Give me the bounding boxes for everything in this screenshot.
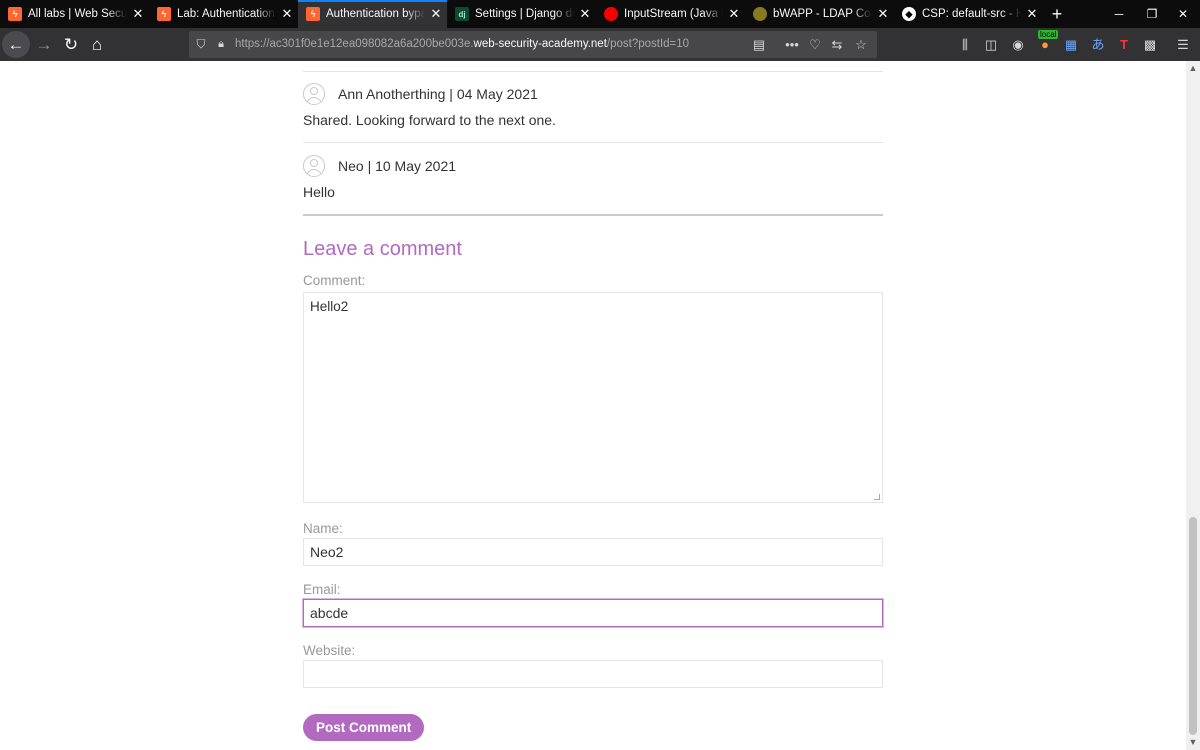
pocket-icon[interactable]: ♡: [805, 35, 825, 54]
name-input[interactable]: Neo2: [303, 538, 883, 566]
burp-icon: ϟ: [306, 7, 320, 21]
url-prefix: https://ac301f0e1e12ea098082a6a200be003e…: [235, 38, 474, 50]
close-icon[interactable]: ✕: [1021, 6, 1043, 22]
tab-django-settings[interactable]: dj Settings | Django documentation ✕: [447, 0, 596, 28]
tab-title: Lab: Authentication bypass: [177, 8, 276, 20]
comment-header: Neo | 10 May 2021: [303, 154, 456, 178]
tab-bwapp[interactable]: bWAPP - LDAP Connection ✕: [745, 0, 894, 28]
local-badge: local: [1038, 30, 1059, 39]
vertical-scrollbar[interactable]: ▲ ▼: [1186, 61, 1200, 750]
menu-icon[interactable]: ☰: [1172, 34, 1194, 56]
comment-author: Ann Anotherthing | 04 May 2021: [338, 86, 538, 102]
oracle-icon: [604, 7, 618, 21]
sidebar-icon[interactable]: ◫: [980, 34, 1002, 56]
account-icon[interactable]: ◉: [1007, 34, 1029, 56]
url-text[interactable]: https://ac301f0e1e12ea098082a6a200be003e…: [235, 31, 689, 58]
comment-text: Hello: [303, 184, 335, 200]
comment-author: Neo | 10 May 2021: [338, 158, 457, 174]
scroll-up-icon[interactable]: ▲: [1186, 63, 1200, 75]
avatar: [303, 83, 325, 105]
email-label: Email:: [303, 582, 341, 597]
comment-textarea-value: Hello2: [310, 299, 349, 314]
address-bar[interactable]: ⛉ 🔒︎ https://ac301f0e1e12ea098082a6a200b…: [189, 31, 877, 58]
back-button[interactable]: ←: [2, 31, 30, 58]
close-window-button[interactable]: ✕: [1166, 0, 1200, 28]
mdn-icon: ◆: [902, 7, 916, 21]
tracking-shield-icon[interactable]: ⛉: [194, 36, 208, 53]
comment-text: Shared. Looking forward to the next one.: [303, 112, 556, 128]
tab-title: Authentication bypass: [326, 8, 425, 20]
url-domain: web-security-academy.net: [473, 38, 607, 50]
library-icon[interactable]: ⫼: [954, 34, 976, 56]
close-icon[interactable]: ✕: [574, 6, 596, 22]
divider: [303, 142, 883, 143]
tab-csp-default-src[interactable]: ◆ CSP: default-src - HTTP ✕: [894, 0, 1043, 28]
comment-textarea[interactable]: Hello2: [303, 292, 883, 503]
website-label: Website:: [303, 643, 356, 658]
tab-title: All labs | Web Security Academy: [28, 8, 127, 20]
extension-t-icon[interactable]: T: [1113, 34, 1135, 56]
tab-strip: ϟ All labs | Web Security Academy ✕ ϟ La…: [0, 0, 1200, 28]
new-tab-button[interactable]: +: [1046, 4, 1068, 24]
lock-icon[interactable]: 🔒︎: [214, 35, 228, 52]
extension-language-icon[interactable]: あ: [1087, 34, 1109, 56]
burp-icon: ϟ: [157, 7, 171, 21]
tab-title: InputStream (Java Platform): [624, 8, 723, 20]
close-icon[interactable]: ✕: [276, 6, 298, 22]
home-button[interactable]: ⌂: [83, 31, 111, 58]
tab-all-labs[interactable]: ϟ All labs | Web Security Academy ✕: [0, 0, 149, 28]
forward-button[interactable]: →: [30, 31, 58, 58]
name-label: Name:: [303, 521, 343, 536]
close-icon[interactable]: ✕: [872, 6, 894, 22]
tab-title: bWAPP - LDAP Connection: [773, 8, 872, 20]
tab-inputstream[interactable]: InputStream (Java Platform) ✕: [596, 0, 745, 28]
django-icon: dj: [455, 7, 469, 21]
bookmark-star-icon[interactable]: ☆: [851, 35, 871, 54]
burp-icon: ϟ: [8, 7, 22, 21]
divider: [303, 71, 883, 72]
post-comment-button[interactable]: Post Comment: [303, 714, 425, 741]
more-actions-icon[interactable]: •••: [782, 35, 802, 54]
comment-label: Comment:: [303, 273, 366, 288]
close-icon[interactable]: ✕: [127, 6, 149, 22]
restore-button[interactable]: ❐: [1135, 0, 1169, 28]
bwapp-icon: [753, 7, 767, 21]
scrollbar-thumb[interactable]: [1189, 517, 1197, 735]
comment-header: Ann Anotherthing | 04 May 2021: [303, 82, 538, 106]
page-viewport: Ann Anotherthing | 04 May 2021 Shared. L…: [0, 61, 1186, 750]
scroll-down-icon[interactable]: ▼: [1186, 737, 1200, 749]
extension-translate-icon[interactable]: ▦: [1060, 34, 1082, 56]
divider: [303, 214, 883, 216]
reload-button[interactable]: ↻: [57, 31, 85, 58]
email-input[interactable]: abcde: [303, 599, 883, 627]
tab-title: Settings | Django documentation: [475, 8, 574, 20]
leave-comment-heading: Leave a comment: [303, 238, 462, 260]
reader-view-icon[interactable]: ▤: [749, 35, 769, 54]
navigation-toolbar: ← → ↻ ⌂ ⛉ 🔒︎ https://ac301f0e1e12ea09808…: [0, 28, 1200, 61]
minimize-button[interactable]: ─: [1102, 0, 1136, 28]
tab-authentication-bypass[interactable]: ϟ Authentication bypass ✕: [298, 0, 447, 28]
extensions-grid-icon[interactable]: ▩: [1139, 34, 1161, 56]
resize-grip-icon[interactable]: [874, 494, 880, 500]
avatar: [303, 155, 325, 177]
translate-icon[interactable]: ⇆: [827, 35, 847, 54]
tab-title: CSP: default-src - HTTP: [922, 8, 1021, 20]
close-icon[interactable]: ✕: [723, 6, 745, 22]
tab-lab-authentication[interactable]: ϟ Lab: Authentication bypass ✕: [149, 0, 298, 28]
close-icon[interactable]: ✕: [425, 6, 447, 22]
url-path: /post?postId=10: [606, 38, 690, 50]
website-input[interactable]: [303, 660, 883, 688]
